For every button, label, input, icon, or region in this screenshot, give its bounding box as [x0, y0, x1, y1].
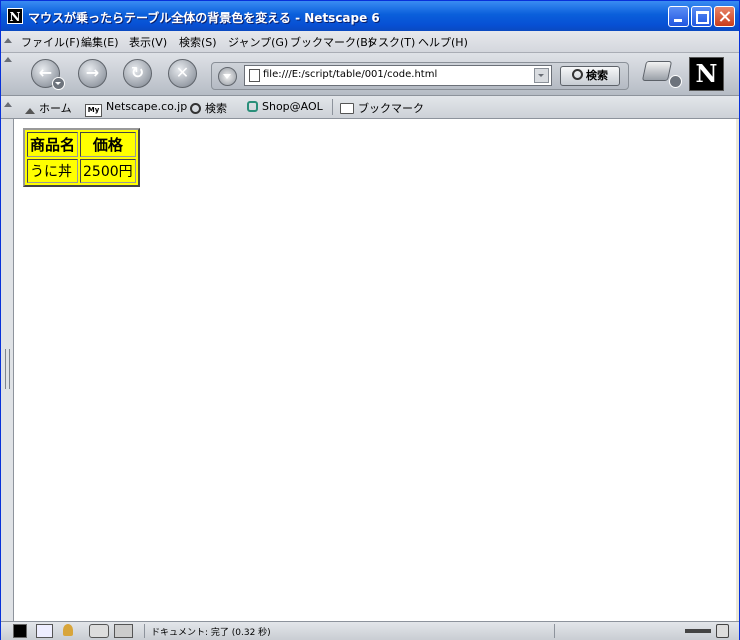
bookmark-netscape[interactable]: My Netscape.co.jp	[85, 100, 187, 117]
cell-product-name: うに丼	[27, 159, 79, 183]
header-price: 価格	[80, 132, 136, 157]
product-table[interactable]: 商品名 価格 うに丼 2500円	[23, 128, 140, 187]
url-text[interactable]: file:///E:/script/table/001/code.html	[263, 69, 437, 80]
aol-house-icon	[247, 101, 258, 112]
bookmark-home-label: ホーム	[39, 102, 72, 115]
bookmark-shop-aol[interactable]: Shop@AOL	[247, 100, 323, 113]
personal-toolbar: ホーム My Netscape.co.jp 検索 Shop@AOL ブックマーク	[1, 96, 739, 119]
status-separator	[144, 624, 145, 638]
bookmark-netscape-label: Netscape.co.jp	[106, 100, 188, 113]
print-dropdown-icon[interactable]	[669, 75, 682, 88]
menu-help[interactable]: ヘルプ(H)	[418, 34, 468, 50]
security-lock-icon[interactable]	[716, 624, 729, 638]
url-bar-container: file:///E:/script/table/001/code.html 検索	[211, 62, 629, 90]
print-icon[interactable]	[641, 61, 673, 81]
status-text: ドキュメント: 完了 (0.32 秒)	[151, 628, 271, 638]
url-dropdown-icon[interactable]	[534, 68, 549, 83]
maximize-button[interactable]	[691, 6, 712, 27]
composer-icon[interactable]	[89, 624, 109, 638]
netscape-throbber-icon[interactable]: N	[689, 57, 724, 91]
bookmark-shop-aol-label: Shop@AOL	[262, 100, 323, 113]
bookmark-search[interactable]: 検索	[190, 100, 227, 116]
close-button[interactable]	[714, 6, 735, 27]
toolbar-separator	[332, 99, 333, 115]
forward-arrow-icon: →	[85, 63, 100, 82]
status-bar: ドキュメント: 完了 (0.32 秒)	[1, 621, 739, 640]
bookmark-search-label: 検索	[205, 102, 227, 115]
bookmarks-folder[interactable]: ブックマーク	[340, 100, 424, 116]
bookmark-home[interactable]: ホーム	[25, 100, 72, 116]
forward-button[interactable]: →	[78, 59, 107, 88]
title-bar[interactable]: N マウスが乗ったらテーブル全体の背景色を変える - Netscape 6	[1, 1, 739, 31]
sidebar-toggle-grip[interactable]	[1, 119, 14, 621]
navbar-grip-icon[interactable]	[4, 57, 12, 65]
magnifier-icon	[572, 69, 583, 80]
url-input[interactable]: file:///E:/script/table/001/code.html	[244, 65, 552, 86]
menubar-grip-icon[interactable]	[4, 38, 12, 46]
mail-icon[interactable]	[36, 624, 53, 638]
menu-edit[interactable]: 編集(E)	[81, 34, 119, 50]
home-icon	[25, 108, 35, 114]
status-separator	[554, 624, 555, 638]
folder-icon	[340, 103, 354, 114]
back-history-dropdown-icon[interactable]	[52, 77, 65, 90]
navigation-toolbar: ← → ↻ ✕ file:///E:/script/table/001/code…	[1, 53, 739, 96]
search-button-label: 検索	[586, 69, 608, 82]
cell-price: 2500円	[80, 159, 136, 183]
menu-go[interactable]: ジャンプ(G)	[228, 34, 288, 50]
search-button[interactable]: 検索	[560, 66, 620, 86]
my-netscape-icon: My	[85, 104, 102, 117]
page-content: 商品名 価格 うに丼 2500円	[14, 119, 736, 621]
menu-search[interactable]: 検索(S)	[179, 34, 217, 50]
reload-icon: ↻	[130, 63, 145, 82]
table-header-row: 商品名 価格	[27, 132, 136, 157]
back-arrow-icon: ←	[38, 63, 53, 82]
menu-tasks[interactable]: タスク(T)	[367, 34, 415, 50]
url-history-dropdown-icon[interactable]	[218, 67, 237, 86]
menu-bookmarks[interactable]: ブックマーク(B)	[290, 34, 372, 50]
back-button[interactable]: ←	[31, 59, 65, 90]
stop-button[interactable]: ✕	[168, 59, 197, 88]
browser-window: N マウスが乗ったらテーブル全体の背景色を変える - Netscape 6 ファ…	[0, 0, 740, 640]
search-icon	[190, 103, 201, 114]
stop-x-icon: ✕	[175, 63, 190, 82]
window-title: マウスが乗ったらテーブル全体の背景色を変える - Netscape 6	[28, 11, 380, 25]
menu-file[interactable]: ファイル(F)	[21, 34, 80, 50]
header-product-name: 商品名	[27, 132, 79, 157]
page-proxy-icon[interactable]	[249, 69, 260, 82]
bookmarks-folder-label: ブックマーク	[358, 102, 424, 115]
personalbar-grip-icon[interactable]	[4, 102, 12, 110]
navigator-icon[interactable]	[13, 624, 27, 638]
netscape-app-icon[interactable]: N	[7, 8, 23, 24]
address-book-icon[interactable]	[114, 624, 133, 638]
instant-messenger-icon[interactable]	[63, 624, 73, 636]
reload-button[interactable]: ↻	[123, 59, 152, 88]
minimize-button[interactable]	[668, 6, 689, 27]
online-connection-icon[interactable]	[685, 629, 711, 633]
table-row: うに丼 2500円	[27, 159, 136, 183]
menu-view[interactable]: 表示(V)	[129, 34, 167, 50]
menu-bar: ファイル(F) 編集(E) 表示(V) 検索(S) ジャンプ(G) ブックマーク…	[1, 31, 739, 53]
